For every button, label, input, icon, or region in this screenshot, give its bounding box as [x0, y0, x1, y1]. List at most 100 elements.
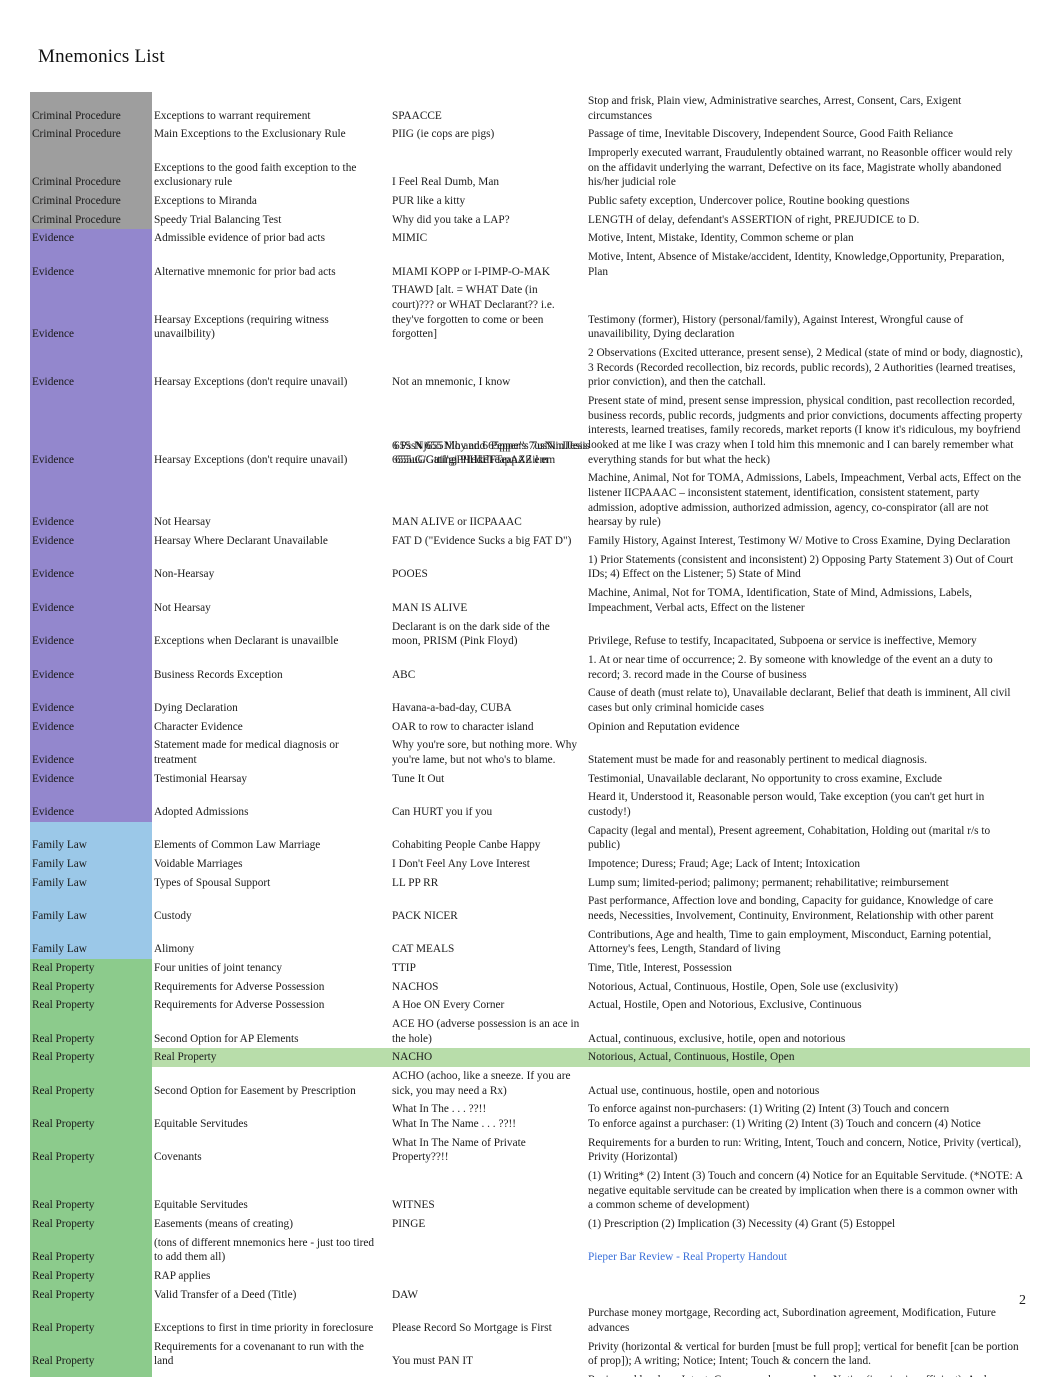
cell-meaning: Time, Title, Interest, Possession [588, 961, 732, 974]
table-row: Evidence Statement made for medical diagn… [30, 736, 1030, 770]
cell-topic: (tons of different mnemonics here - just… [154, 1236, 375, 1264]
cell-subject: Real Property [30, 1133, 152, 1167]
cell-topic: Statement made for medical diagnosis or … [154, 739, 339, 766]
external-handout-link[interactable]: Pieper Bar Review - Real Property Handou… [588, 1251, 787, 1263]
cell-topic: Character Evidence [154, 720, 243, 733]
document-page: Mnemonics List Criminal Procedure Excepti… [0, 0, 1062, 1377]
table-row: Evidence Alternative mnemonic for prior b… [30, 248, 1030, 282]
cell-subject: Evidence [30, 344, 152, 393]
cell-mnemonic: What In The Name of Private Property??!! [392, 1136, 526, 1164]
cell-topic: Exceptions to the good faith exception t… [154, 161, 357, 189]
cell-subject: Criminal Procedure [30, 192, 152, 211]
cell-subject: Criminal Procedure [30, 92, 152, 126]
cell-meaning: Stop and frisk, Plain view, Administrati… [588, 95, 962, 122]
table-row: Evidence Character Evidence OAR to row to … [30, 717, 1030, 737]
cell-meaning: Testimony (former), History (personal/fa… [588, 313, 964, 341]
garbled-overprinted-text: 6 Ps N 655 Mo and 6 Pepper's 7usNinJJesi… [392, 439, 590, 467]
table-row: Evidence Hearsay Exceptions (requiring wi… [30, 281, 1030, 345]
cell-mnemonic: OAR to row to character island [392, 720, 534, 733]
cell-meaning: Actual use, continuous, hostile, open an… [588, 1084, 820, 1097]
cell-subject: Evidence [30, 736, 152, 770]
cell-topic: Adopted Admissions [154, 805, 249, 818]
cell-mnemonic: NACHO [390, 1048, 586, 1067]
cell-topic: Exceptions to Miranda [154, 195, 257, 208]
cell-mnemonic: 6 Ps N 655 Mo and 6 Pepper's 7usNinJJesi… [390, 392, 590, 469]
table-row: Evidence Hearsay Exceptions (don't requir… [30, 392, 1030, 470]
cell-topic: Hearsay Exceptions (don't require unavai… [154, 376, 348, 389]
cell-topic: Testimonial Hearsay [154, 772, 248, 785]
cell-meaning: Family History, Against Interest, Testim… [588, 535, 1011, 548]
cell-subject: Evidence [30, 650, 152, 685]
table-row: Real Property Exceptions to first in time… [30, 1304, 1030, 1338]
cell-subject: Real Property [30, 1267, 152, 1286]
cell-mnemonic: LL PP RR [392, 876, 439, 889]
cell-topic: Easements (means of creating) [154, 1218, 293, 1231]
table-row: Real Property Valid Transfer of a Deed (T… [30, 1285, 1030, 1305]
cell-mnemonic: PUR like a kitty [392, 195, 466, 208]
cell-topic: Real Property [152, 1048, 390, 1067]
cell-mnemonic: You must PAN IT [392, 1355, 473, 1368]
cell-mnemonic [390, 1267, 586, 1286]
cell-meaning: 1) Prior Statements (consistent and inco… [588, 553, 1014, 581]
cell-subject: Real Property [30, 1167, 152, 1216]
cell-mnemonic: NACHOS [392, 980, 439, 993]
cell-topic: Implied Reciprocal Servitudes [152, 1371, 390, 1377]
cell-topic: Second Option for Easement by Prescripti… [154, 1084, 356, 1097]
cell-topic: Admissible evidence of prior bad acts [154, 232, 325, 245]
cell-topic: Second Option for AP Elements [154, 1032, 299, 1045]
table-row: Real Property Four unities of joint tenan… [30, 958, 1030, 978]
page-number: 2 [1019, 1293, 1026, 1308]
mnemonics-table-body: Criminal Procedure Exceptions to warrant … [30, 92, 1030, 1377]
cell-meaning: Purchase money mortgage, Recording act, … [588, 1307, 996, 1335]
cell-mnemonic: THAWD [alt. = WHAT Date (in court)??? or… [392, 284, 555, 341]
cell-meaning: Heard it, Understood it, Reasonable pers… [588, 791, 985, 818]
cell-topic: Equitable Servitudes [154, 1199, 248, 1212]
cell-meaning: Capacity (legal and mental), Present agr… [588, 824, 991, 852]
cell-meaning [586, 1286, 1030, 1305]
cell-subject: Family Law [30, 925, 152, 959]
cell-mnemonic: ACHO (achoo, like a sneeze. If you are s… [392, 1069, 571, 1097]
cell-subject: Evidence [30, 248, 152, 282]
cell-mnemonic: PIIG (ie cops are pigs) [392, 128, 495, 141]
table-row: Real Property Covenants What In The Name o… [30, 1133, 1030, 1167]
table-row: Real Property Equitable Servitudes WITNES (… [30, 1167, 1030, 1216]
cell-subject: Real Property [30, 996, 152, 1015]
cell-meaning: Notorious, Actual, Continuous, Hostile, … [586, 1048, 1030, 1067]
cell-mnemonic: FAT D ("Evidence Sucks a big FAT D") [392, 535, 572, 548]
table-row: Criminal Procedure Exceptions to Miranda P… [30, 192, 1030, 211]
cell-meaning: (1) Prescription (2) Implication (3) Nec… [588, 1218, 896, 1231]
cell-subject: Family Law [30, 892, 152, 926]
table-row: Evidence Hearsay Exceptions (don't requir… [30, 344, 1030, 393]
cell-subject: Real Property [30, 1371, 152, 1377]
cell-subject: Family Law [30, 821, 152, 855]
cell-topic: Covenants [154, 1151, 202, 1164]
cell-subject: Evidence [30, 392, 152, 470]
cell-meaning: Machine, Animal, Not for TOMA, Identific… [588, 587, 972, 614]
table-row: Criminal Procedure Exceptions to warrant … [30, 92, 1030, 126]
table-row: Family Law Types of Spousal Support LL PP … [30, 873, 1030, 893]
cell-mnemonic: POOES [392, 568, 428, 581]
cell-mnemonic: MAN IS ALIVE [392, 601, 468, 614]
cell-topic: Hearsay Exceptions (requiring witness un… [154, 313, 329, 341]
cell-subject: Real Property [30, 1014, 152, 1049]
cell-topic: Speedy Trial Balancing Test [154, 213, 282, 226]
cell-meaning: Present state of mind, present sense imp… [588, 395, 1023, 466]
cell-mnemonic: I Feel Real Dumb, Man [392, 176, 499, 189]
cell-meaning: Motive, Intent, Absence of Mistake/accid… [588, 251, 1005, 278]
table-row: Real Property Requirements for Adverse Po… [30, 996, 1030, 1015]
cell-meaning: Machine, Animal, Not for TOMA, Admission… [588, 472, 1022, 529]
cell-meaning: LENGTH of delay, defendant's ASSERTION o… [588, 213, 920, 226]
table-row: Evidence Not Hearsay MAN IS ALIVE Machine, … [30, 584, 1030, 618]
cell-topic: Dying Declaration [154, 701, 238, 714]
table-row: Criminal Procedure Speedy Trial Balancing… [30, 210, 1030, 230]
cell-subject: Criminal Procedure [30, 144, 152, 193]
table-row: Evidence Not Hearsay MAN ALIVE or IICPAAAC… [30, 469, 1030, 533]
cell-topic: Alternative mnemonic for prior bad acts [154, 265, 336, 278]
cell-meaning: Lump sum; limited-period; palimony; perm… [588, 876, 949, 889]
cell-mnemonic: I Don't Feel Any Love Interest [392, 857, 530, 870]
cell-subject: Evidence [30, 584, 152, 618]
cell-mnemonic: TTIP [392, 961, 416, 974]
table-row: Evidence Testimonial Hearsay Tune It Out Te… [30, 769, 1030, 789]
cell-mnemonic: Please Record So Mortgage is First [392, 1322, 552, 1335]
cell-meaning: (1) Writing* (2) Intent (3) Touch and co… [588, 1170, 1023, 1212]
